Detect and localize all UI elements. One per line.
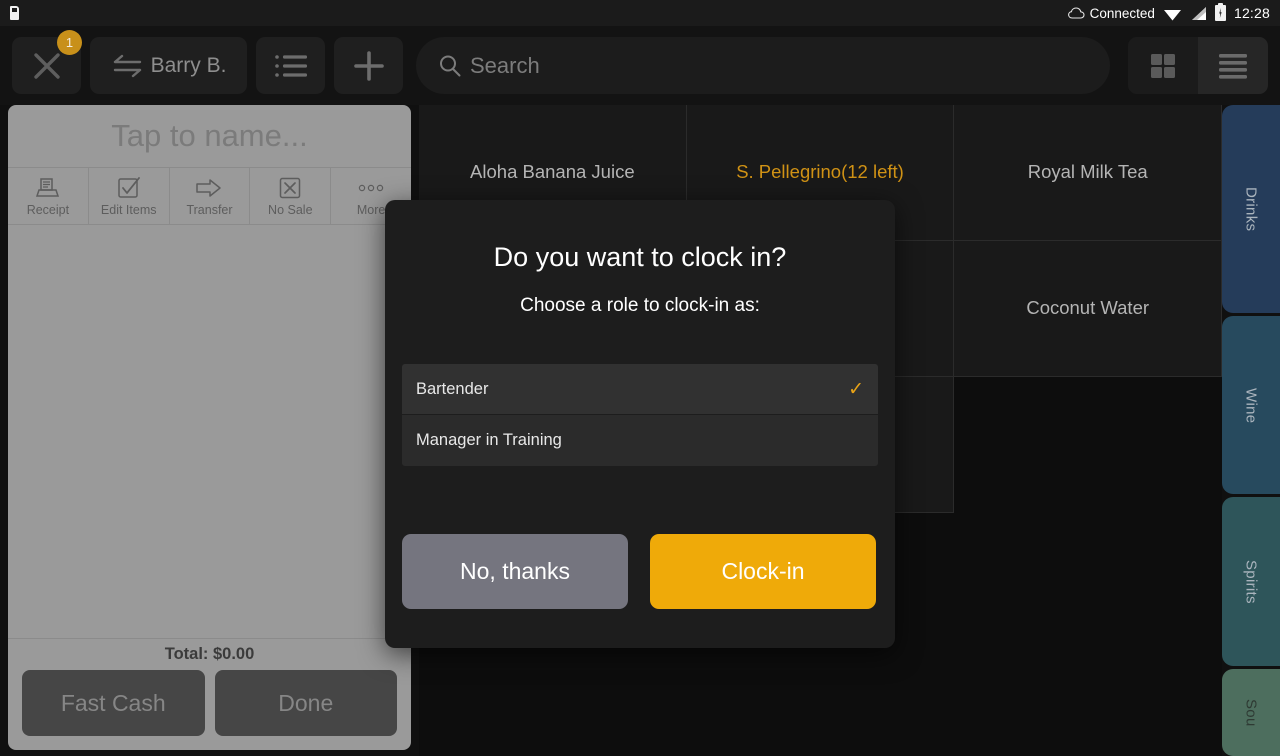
role-option-label: Bartender xyxy=(416,379,489,398)
product-cell[interactable]: Coconut Water xyxy=(954,241,1223,377)
category-tab-label: Wine xyxy=(1242,387,1260,423)
category-tab-label: Sou xyxy=(1242,698,1260,727)
top-toolbar: 1 Barry B. Search xyxy=(0,26,1280,105)
android-status-bar: Connected 12:28 xyxy=(0,0,1280,26)
ticket-line-items-area xyxy=(8,225,411,638)
dialog-subtitle: Choose a role to clock-in as: xyxy=(520,295,760,316)
swap-arrows-icon xyxy=(113,54,141,77)
edit-check-icon xyxy=(116,175,142,201)
order-ticket-panel: Tap to name... Receipt Edit Items Transf… xyxy=(8,105,411,750)
fast-cash-button[interactable]: Fast Cash xyxy=(22,670,205,736)
product-cell[interactable]: Royal Milk Tea xyxy=(954,105,1223,241)
new-ticket-button[interactable] xyxy=(334,37,403,94)
wifi-icon xyxy=(1163,9,1181,20)
done-button[interactable]: Done xyxy=(214,670,397,736)
product-cell-empty xyxy=(954,649,1223,756)
receipt-printer-icon xyxy=(35,175,61,201)
product-cell-empty xyxy=(954,377,1223,513)
grid-view-button[interactable] xyxy=(1128,37,1198,94)
dialog-button-row: No, thanks Clock-in xyxy=(402,534,878,609)
connection-status: Connected xyxy=(1067,5,1155,21)
list-view-icon xyxy=(1219,53,1247,79)
category-rail: Drinks Wine Spirits Sou xyxy=(1222,105,1280,756)
ticket-action-edit-items[interactable]: Edit Items xyxy=(89,168,170,224)
ticket-action-label: Edit Items xyxy=(100,203,157,217)
x-box-icon xyxy=(277,175,303,201)
checkmark-icon: ✓ xyxy=(848,378,864,400)
view-mode-toggle xyxy=(1128,37,1268,94)
ticket-action-bar: Receipt Edit Items Transfer No Sale More xyxy=(8,167,411,225)
product-label-line2: (12 left) xyxy=(841,161,904,183)
search-placeholder: Search xyxy=(470,52,540,78)
role-option-manager-in-training[interactable]: Manager in Training xyxy=(402,415,878,466)
status-bar-left xyxy=(10,6,19,20)
status-bar-right: Connected 12:28 xyxy=(1067,3,1270,21)
ticket-action-no-sale[interactable]: No Sale xyxy=(250,168,332,224)
sdcard-icon xyxy=(10,6,19,20)
product-cell-empty xyxy=(954,513,1223,649)
category-tab-label: Spirits xyxy=(1242,559,1260,604)
ticket-footer: Fast Cash Done xyxy=(8,670,411,750)
role-option-bartender[interactable]: Bartender ✓ xyxy=(402,364,878,415)
ellipsis-icon xyxy=(356,175,386,201)
ticket-total-label: Total: $0.00 xyxy=(8,638,411,670)
ticket-action-label: No Sale xyxy=(268,203,313,217)
category-tab-spirits[interactable]: Spirits xyxy=(1222,497,1280,666)
clock-in-dialog: Do you want to clock in? Choose a role t… xyxy=(385,200,895,648)
plus-icon xyxy=(353,50,384,81)
cloud-icon xyxy=(1067,7,1085,19)
current-user-label: Barry B. xyxy=(150,53,227,77)
bullet-list-icon xyxy=(274,54,307,77)
close-x-icon xyxy=(33,52,60,79)
grid-view-icon xyxy=(1151,53,1175,78)
clock-in-button[interactable]: Clock-in xyxy=(650,534,876,609)
ticket-action-label: Receipt xyxy=(26,203,70,217)
battery-charging-icon xyxy=(1214,3,1226,21)
ticket-action-transfer[interactable]: Transfer xyxy=(170,168,251,224)
clock-time: 12:28 xyxy=(1233,5,1270,21)
tickets-list-button[interactable] xyxy=(256,37,325,94)
category-tab-label: Drinks xyxy=(1242,186,1260,232)
search-icon xyxy=(440,55,461,77)
product-cell-empty xyxy=(686,649,955,756)
open-tickets-badge: 1 xyxy=(57,30,82,55)
switch-user-button[interactable]: Barry B. xyxy=(90,37,247,94)
category-tab-drinks[interactable]: Drinks xyxy=(1222,105,1280,314)
close-ticket-button[interactable]: 1 xyxy=(12,30,82,94)
pos-app-root: Connected 12:28 1 Barry B. Search Aloha … xyxy=(0,0,1280,756)
cell-signal-icon xyxy=(1191,6,1206,20)
dialog-title: Do you want to clock in? xyxy=(493,242,787,272)
role-option-list: Bartender ✓ Manager in Training xyxy=(402,364,878,466)
ticket-name-input[interactable]: Tap to name... xyxy=(8,105,411,167)
product-grid-row xyxy=(419,649,1223,756)
category-tab-sou[interactable]: Sou xyxy=(1222,668,1280,756)
ticket-action-receipt[interactable]: Receipt xyxy=(8,168,89,224)
list-view-button[interactable] xyxy=(1198,37,1268,94)
connection-label: Connected xyxy=(1089,5,1155,21)
product-label-line1: S. Pellegrino xyxy=(736,161,842,183)
ticket-action-label: More xyxy=(356,203,386,217)
product-cell-empty xyxy=(419,649,687,756)
no-thanks-button[interactable]: No, thanks xyxy=(402,534,628,609)
arrow-right-icon xyxy=(195,175,223,201)
ticket-action-label: Transfer xyxy=(186,203,233,217)
role-option-label: Manager in Training xyxy=(416,431,562,449)
search-input[interactable]: Search xyxy=(416,37,1110,94)
category-tab-wine[interactable]: Wine xyxy=(1222,316,1280,495)
